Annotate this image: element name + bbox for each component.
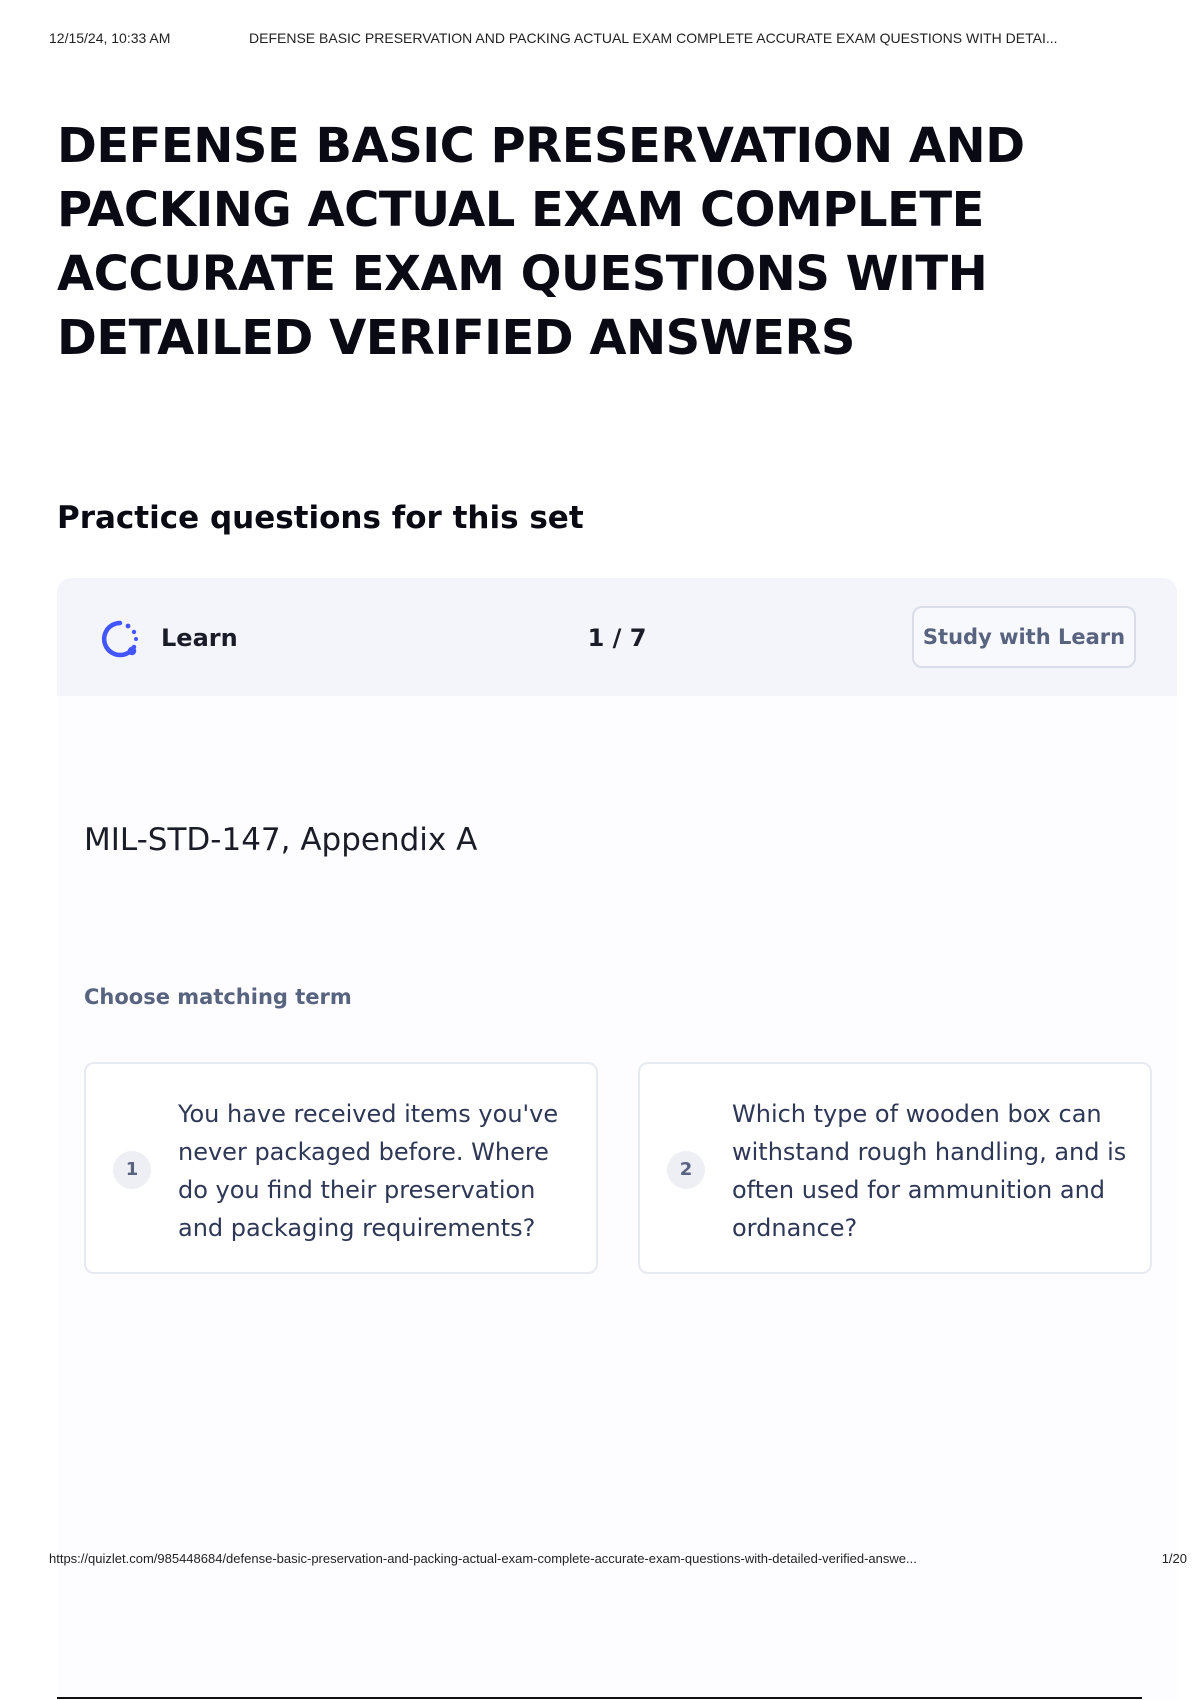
print-header: 12/15/24, 10:33 AM DEFENSE BASIC PRESERV… — [49, 30, 1180, 48]
option-number-badge: 2 — [667, 1151, 705, 1189]
print-footer: https://quizlet.com/985448684/defense-ba… — [49, 1551, 1187, 1569]
answer-option-1[interactable]: 1 You have received items you've never p… — [84, 1062, 598, 1274]
learn-mode-label: Learn — [161, 624, 238, 652]
question-term: MIL-STD-147, Appendix A — [84, 822, 478, 858]
learn-progress-icon — [98, 617, 142, 661]
option-text: You have received items you've never pac… — [178, 1100, 559, 1242]
study-with-learn-button[interactable]: Study with Learn — [912, 606, 1136, 668]
print-page-number: 1/20 — [1161, 1551, 1187, 1566]
choose-matching-prompt: Choose matching term — [84, 985, 352, 1009]
print-date: 12/15/24, 10:33 AM — [49, 30, 171, 46]
page-title: DEFENSE BASIC PRESERVATION AND PACKING A… — [57, 118, 1025, 366]
answer-option-2[interactable]: 2 Which type of wooden box can withstand… — [638, 1062, 1152, 1274]
print-title: DEFENSE BASIC PRESERVATION AND PACKING A… — [249, 30, 1058, 46]
practice-card-header: Learn 1 / 7 Study with Learn — [57, 578, 1177, 696]
option-text: Which type of wooden box can withstand r… — [732, 1100, 1127, 1242]
option-number-badge: 1 — [113, 1151, 151, 1189]
divider — [57, 1697, 1142, 1699]
section-heading: Practice questions for this set — [57, 500, 584, 536]
print-url: https://quizlet.com/985448684/defense-ba… — [49, 1551, 917, 1566]
question-counter: 1 / 7 — [587, 624, 647, 652]
practice-card: Learn 1 / 7 Study with Learn MIL-STD-147… — [57, 578, 1177, 1700]
